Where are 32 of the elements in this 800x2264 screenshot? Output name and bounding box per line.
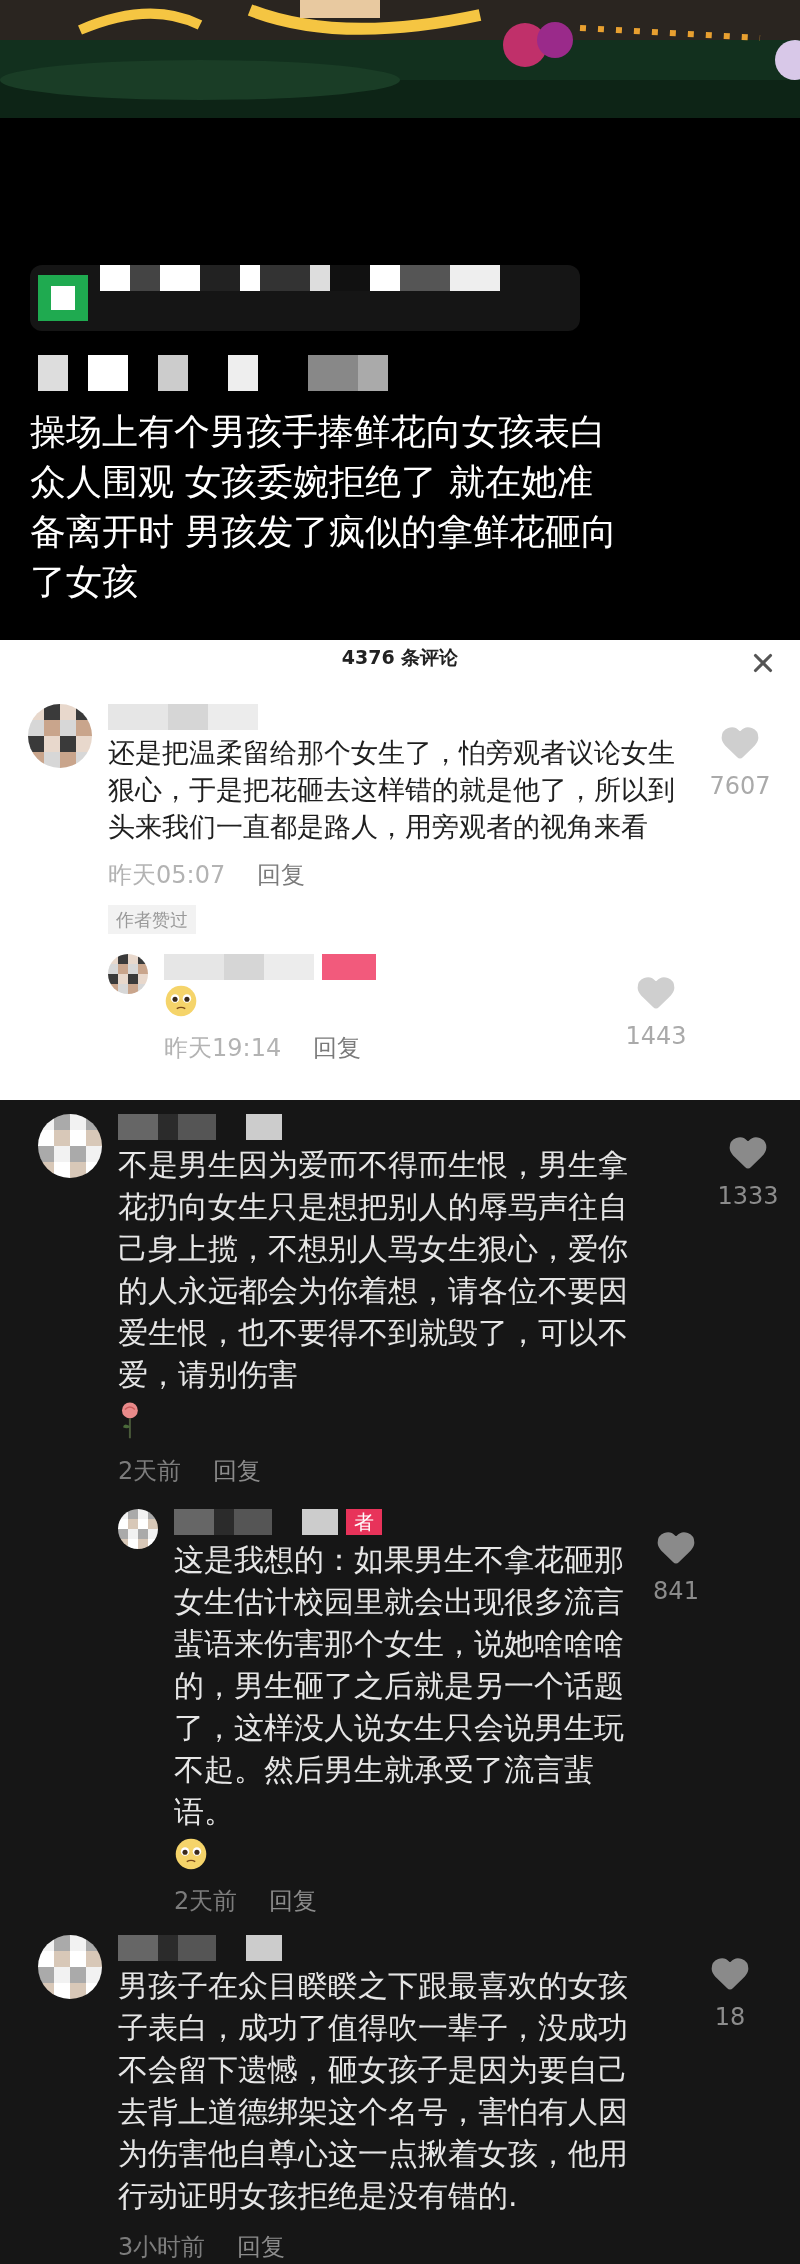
- video-caption: 操场上有个男孩手捧鲜花向女孩表白众人围观 女孩委婉拒绝了 就在她准备离开时 男孩发了疯似的拿鲜花砸向了女孩: [30, 410, 619, 604]
- avatar[interactable]: [38, 1934, 102, 1999]
- pleading-face-icon: [174, 1836, 208, 1871]
- avatar[interactable]: [118, 1508, 158, 1549]
- like-count: 1443: [625, 1020, 687, 1052]
- comment-time: 昨天19:14: [164, 1032, 282, 1064]
- like-count: 7607: [709, 770, 771, 802]
- blurred-badge: [322, 953, 376, 980]
- comment-time: 昨天05:07: [108, 859, 226, 891]
- reply-link[interactable]: 回复: [313, 1029, 362, 1066]
- like-count: 18: [714, 2001, 746, 2033]
- reply-link[interactable]: 回复: [257, 856, 306, 893]
- author-badge: 者: [346, 1508, 382, 1535]
- pleading-face-icon: [164, 983, 198, 1018]
- comment-time: 2天前: [174, 1885, 238, 1917]
- like-count: 841: [653, 1575, 699, 1607]
- avatar[interactable]: [108, 953, 148, 994]
- comment-text: 这是我想的：如果男生不拿花砸那女生估计校园里就会出现很多流言蜚语来伤害那个女生，说她啥啥啥的，男生砸了之后就是另一个话题了，这样没人说女生只会说男生玩不起。然后男生就承受了流言蜚语。: [174, 1540, 625, 1831]
- author-liked-badge: 作者赞过: [108, 904, 196, 934]
- comments-count-title: 4376 条评论: [341, 645, 459, 670]
- comment-text: 不是男生因为爱而不得而生恨，男生拿花扔向女生只是想把别人的辱骂声往自己身上揽，不想别人骂女生狠心，爱你的人永远都会为你着想，请各位不要因爱生恨，也不要得不到就毁了，可以不爱，请别伤害: [118, 1146, 629, 1394]
- app-icon: [38, 275, 88, 321]
- reply-link[interactable]: 回复: [237, 2228, 286, 2264]
- comment-text: 还是把温柔留给那个女生了，怕旁观者议论女生狠心，于是把花砸去这样错的就是他了，所以到头来我们一直都是路人，用旁观者的视角来看: [108, 735, 676, 844]
- reply-link[interactable]: 回复: [213, 1452, 262, 1489]
- comment-time: 2天前: [118, 1455, 182, 1487]
- like-count: 1333: [717, 1181, 779, 1212]
- comment-text: 男孩子在众目睽睽之下跟最喜欢的女孩子表白，成功了值得吹一辈子，没成功不会留下遗憾，砸女孩子是因为要自己去背上道德绑架这个名号，害怕有人因为伤害他自尊心这一点揪着女孩，他用行动证明女孩拒绝是没有错的.: [118, 1966, 629, 2215]
- avatar[interactable]: [28, 703, 92, 768]
- reply-link[interactable]: 回复: [269, 1882, 318, 1919]
- avatar[interactable]: [38, 1114, 102, 1178]
- comment-time: 3小时前: [118, 2231, 206, 2263]
